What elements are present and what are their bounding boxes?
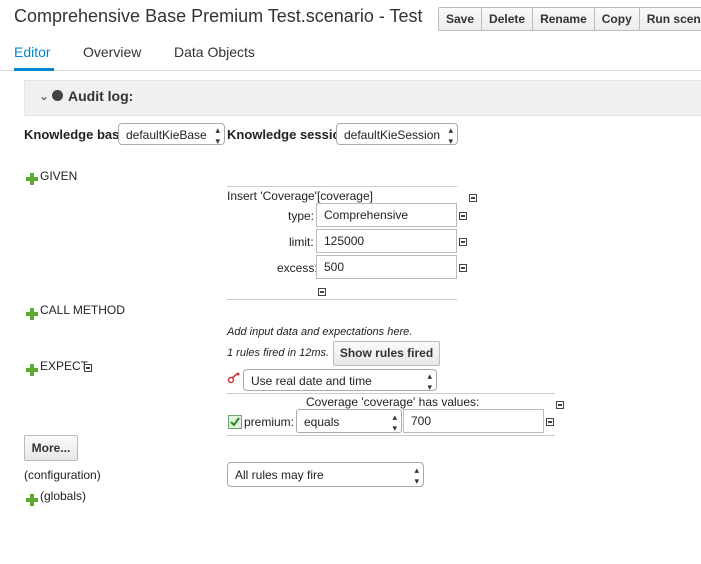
expect-top-divider	[227, 393, 555, 394]
rules-fired-text: 1 rules fired in 12ms.	[227, 347, 330, 359]
knowledge-base-select[interactable]: defaultKieBase ▴ ▾	[118, 123, 225, 146]
excess-field-label: excess:	[277, 261, 318, 275]
type-input[interactable]: Comprehensive	[316, 203, 457, 227]
active-tab-indicator	[14, 68, 54, 71]
add-call-method-icon[interactable]	[26, 308, 38, 320]
date-icon	[227, 371, 241, 385]
given-top-divider	[227, 186, 457, 187]
copy-button[interactable]: Copy	[593, 7, 640, 31]
operator-select[interactable]: equals ▴ ▾	[296, 409, 402, 433]
tab-overview[interactable]: Overview	[83, 44, 141, 60]
remove-given-icon[interactable]	[318, 288, 326, 296]
knowledge-session-value: defaultKieSession	[344, 128, 441, 142]
rules-fire-value: All rules may fire	[235, 468, 324, 482]
tab-editor[interactable]: Editor	[14, 44, 51, 60]
date-mode-value: Use real date and time	[251, 374, 372, 388]
knowledge-session-select[interactable]: defaultKieSession ▴ ▾	[336, 123, 458, 146]
run-scenario-button[interactable]: Run scenario	[638, 7, 701, 31]
given-bottom-divider	[227, 299, 457, 300]
limit-input[interactable]: 125000	[316, 229, 457, 253]
operator-value: equals	[304, 415, 340, 429]
remove-coverage-icon[interactable]	[556, 401, 564, 409]
expect-label: EXPECT	[40, 359, 89, 373]
toolbar: Save Delete Rename Copy Run scenario	[438, 7, 701, 31]
more-button[interactable]: More...	[24, 435, 78, 461]
knowledge-session-label: Knowledge session	[227, 127, 349, 142]
add-given-icon[interactable]	[26, 173, 38, 185]
remove-fact-icon[interactable]	[469, 194, 477, 202]
save-button[interactable]: Save	[438, 7, 483, 31]
add-globals-icon[interactable]	[26, 494, 38, 506]
knowledge-base-label: Knowledge base	[24, 127, 127, 142]
delete-button[interactable]: Delete	[481, 7, 534, 31]
expectation-hint: Add input data and expectations here.	[227, 326, 413, 338]
expect-bottom-divider	[227, 435, 555, 436]
limit-field-label: limit:	[289, 235, 314, 249]
remove-type-field-icon[interactable]	[459, 212, 467, 220]
expected-value-input[interactable]: 700	[403, 409, 544, 433]
field-check-icon	[228, 415, 242, 429]
call-method-label: CALL METHOD	[40, 303, 125, 317]
gear-icon	[52, 90, 63, 101]
date-mode-select[interactable]: Use real date and time ▴ ▾	[243, 369, 437, 392]
select-arrows-icon: ▴ ▾	[392, 412, 397, 433]
type-field-label: type:	[288, 209, 315, 223]
select-arrows-icon: ▴ ▾	[448, 125, 453, 146]
select-arrows-icon: ▴ ▾	[215, 125, 220, 146]
tabs-divider	[0, 70, 701, 71]
select-arrows-icon: ▴ ▾	[427, 371, 432, 392]
configuration-label: (configuration)	[24, 468, 101, 482]
coverage-title: Coverage 'coverage' has values:	[306, 395, 480, 409]
audit-log-title[interactable]: Audit log:	[68, 88, 133, 104]
show-rules-fired-button[interactable]: Show rules fired	[333, 341, 440, 366]
remove-expect-icon[interactable]	[84, 364, 92, 372]
add-expect-icon[interactable]	[26, 364, 38, 376]
remove-limit-field-icon[interactable]	[459, 238, 467, 246]
tab-data-objects[interactable]: Data Objects	[174, 44, 255, 60]
chevron-down-icon[interactable]: ⌄	[39, 89, 49, 103]
page-title: Comprehensive Base Premium Test.scenario…	[14, 6, 426, 26]
insert-title: Insert 'Coverage'[coverage]	[227, 189, 373, 203]
select-arrows-icon: ▴ ▾	[414, 465, 419, 486]
knowledge-base-value: defaultKieBase	[126, 128, 207, 142]
remove-premium-field-icon[interactable]	[546, 418, 554, 426]
rename-button[interactable]: Rename	[532, 7, 595, 31]
globals-label: (globals)	[40, 489, 87, 503]
remove-excess-field-icon[interactable]	[459, 264, 467, 272]
rules-fire-select[interactable]: All rules may fire ▴ ▾	[227, 462, 424, 487]
given-label: GIVEN	[40, 169, 78, 183]
premium-field-label: premium:	[244, 415, 295, 429]
excess-input[interactable]: 500	[316, 255, 457, 279]
